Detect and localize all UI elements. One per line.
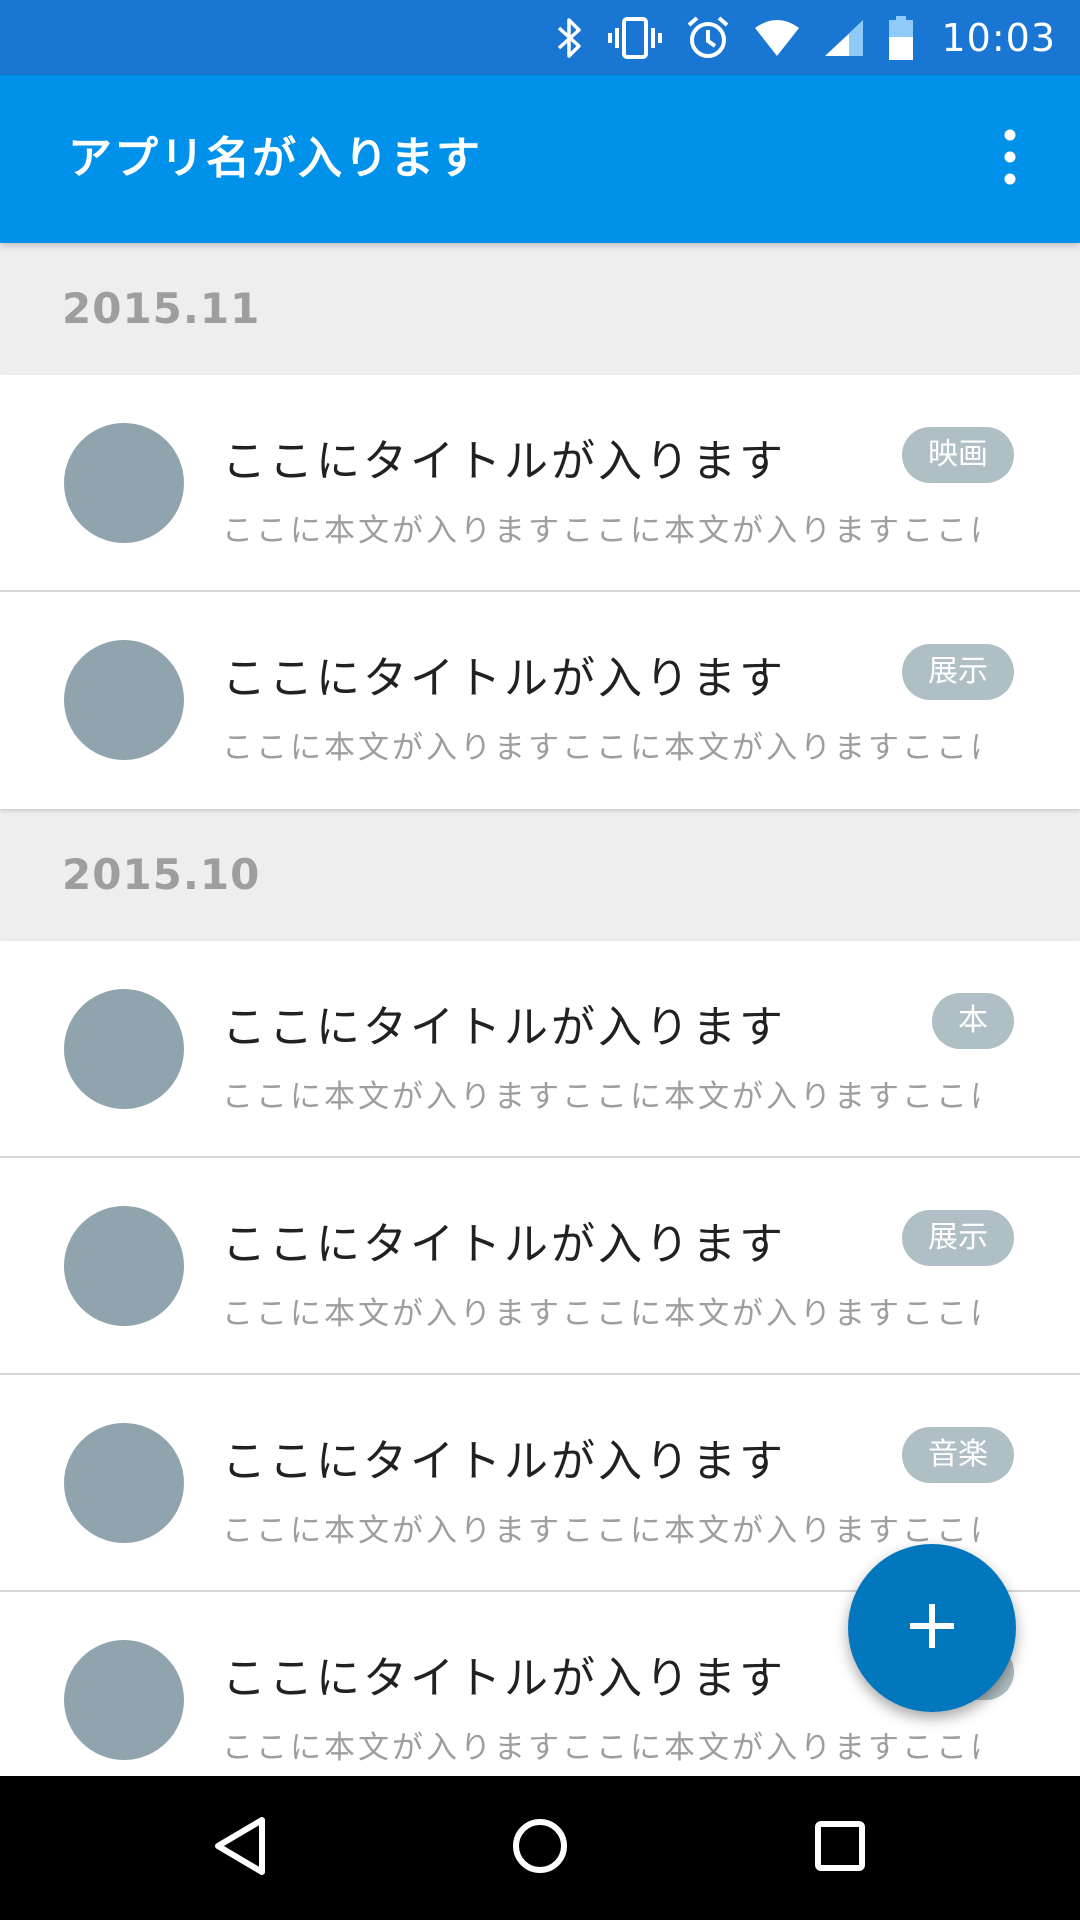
category-tag: 展示 [902, 644, 1014, 700]
add-icon [908, 1602, 956, 1654]
home-button[interactable] [460, 1776, 620, 1920]
status-bar: 10:03 [0, 0, 1080, 75]
avatar [64, 1423, 184, 1543]
category-tag: 本 [932, 993, 1014, 1049]
avatar [64, 989, 184, 1109]
item-body: ここに本文が入りますここに本文が入りますここに... [222, 513, 982, 549]
navigation-bar [0, 1776, 1080, 1920]
recents-button[interactable] [760, 1776, 920, 1920]
app-title: アプリ名が入ります [68, 133, 482, 184]
item-title: ここにタイトルが入ります [222, 436, 786, 487]
list-item[interactable]: ここにタイトルが入ります 映画 ここに本文が入りますここに本文が入りますここに.… [0, 375, 1080, 592]
overflow-menu-button[interactable] [970, 119, 1050, 199]
list-item[interactable]: ここにタイトルが入ります 本 ここに本文が入りますここに本文が入りますここに..… [0, 941, 1080, 1158]
avatar [64, 1640, 184, 1760]
cell-signal-icon [823, 18, 865, 58]
battery-icon [887, 15, 915, 61]
section-group: ここにタイトルが入ります 映画 ここに本文が入りますここに本文が入りますここに.… [0, 375, 1080, 809]
avatar [64, 640, 184, 760]
more-vert-icon [1000, 129, 1020, 189]
category-tag: 音楽 [902, 1427, 1014, 1483]
item-title: ここにタイトルが入ります [222, 1002, 786, 1053]
app-bar: アプリ名が入ります [0, 75, 1080, 243]
item-body: ここに本文が入りますここに本文が入りますここに... [222, 1513, 982, 1549]
item-title: ここにタイトルが入ります [222, 1653, 786, 1704]
add-fab-button[interactable] [848, 1544, 1016, 1712]
recents-icon [814, 1820, 866, 1876]
section-header-label: 2015.10 [62, 850, 261, 899]
status-icons: 10:03 [555, 0, 1056, 75]
list-item[interactable]: ここにタイトルが入ります 展示 ここに本文が入りますここに本文が入りますここに.… [0, 1158, 1080, 1375]
section-header-label: 2015.11 [62, 284, 261, 333]
status-time: 10:03 [941, 15, 1056, 60]
screen: 10:03 アプリ名が入ります 2015.11 ここにタイトルが入ります 映画 … [0, 0, 1080, 1920]
home-icon [512, 1818, 568, 1878]
section-header: 2015.11 [0, 243, 1080, 375]
bluetooth-icon [555, 16, 585, 60]
item-title: ここにタイトルが入ります [222, 1219, 786, 1270]
wifi-icon [753, 18, 801, 58]
item-body: ここに本文が入りますここに本文が入りますここに... [222, 1079, 982, 1115]
back-icon [212, 1816, 268, 1880]
list-item[interactable]: ここにタイトルが入ります 展示 ここに本文が入りますここに本文が入りますここに.… [0, 592, 1080, 809]
section-header: 2015.10 [0, 809, 1080, 941]
category-tag: 映画 [902, 427, 1014, 483]
vibrate-icon [607, 16, 663, 60]
avatar [64, 423, 184, 543]
category-tag: 展示 [902, 1210, 1014, 1266]
item-body: ここに本文が入りますここに本文が入りますここに... [222, 1296, 982, 1332]
item-body: ここに本文が入りますここに本文が入りますここに... [222, 730, 982, 766]
item-title: ここにタイトルが入ります [222, 1436, 786, 1487]
item-body: ここに本文が入りますここに本文が入りますここに... [222, 1730, 982, 1766]
avatar [64, 1206, 184, 1326]
back-button[interactable] [160, 1776, 320, 1920]
alarm-icon [685, 15, 731, 61]
item-title: ここにタイトルが入ります [222, 653, 786, 704]
